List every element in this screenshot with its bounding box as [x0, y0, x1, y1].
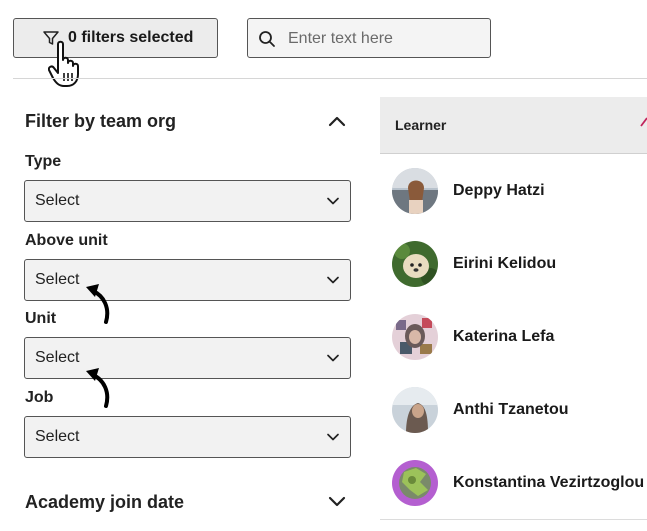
- select-type[interactable]: Select: [24, 180, 351, 222]
- select-type-value: Select: [35, 192, 80, 209]
- avatar: [392, 241, 438, 287]
- table-row[interactable]: Eirini Kelidou: [380, 227, 647, 301]
- learner-name: Konstantina Vezirtzoglou: [453, 474, 645, 491]
- chevron-down-icon: [327, 276, 339, 284]
- table-row[interactable]: Katerina Lefa: [380, 300, 647, 374]
- select-above-unit-value: Select: [35, 271, 80, 288]
- select-unit[interactable]: Select: [24, 337, 351, 379]
- curved-arrow-icon: [86, 368, 110, 408]
- avatar: [392, 387, 438, 433]
- chevron-down-icon: [327, 433, 339, 441]
- table-row[interactable]: Anthi Tzanetou: [380, 373, 647, 447]
- toolbar-divider: [13, 78, 647, 79]
- academy-join-date-title: Academy join date: [25, 492, 185, 512]
- learner-name: Deppy Hatzi: [453, 182, 545, 199]
- select-unit-value: Select: [35, 349, 80, 366]
- avatar: [392, 314, 438, 360]
- column-header-learner[interactable]: Learner: [395, 117, 446, 133]
- filters-button[interactable]: 0 filters selected: [13, 18, 218, 58]
- avatar: [392, 168, 438, 214]
- learner-name: Katerina Lefa: [453, 328, 555, 345]
- curved-arrow-icon: [86, 284, 110, 324]
- search-icon: [259, 31, 275, 47]
- learner-name: Eirini Kelidou: [453, 255, 557, 272]
- select-above-unit[interactable]: Select: [24, 259, 351, 301]
- select-job-value: Select: [35, 428, 80, 445]
- table-header: Learner: [380, 97, 647, 154]
- table-row[interactable]: Konstantina Vezirtzoglou: [380, 446, 647, 520]
- field-label-above-unit: Above unit: [25, 232, 108, 249]
- filter-team-org-title: Filter by team org: [25, 111, 177, 131]
- chevron-down-icon[interactable]: [327, 495, 347, 509]
- table-row[interactable]: Deppy Hatzi: [380, 154, 647, 228]
- hand-pointer-cursor-icon: [48, 40, 79, 87]
- select-job[interactable]: Select: [24, 416, 351, 458]
- learner-name: Anthi Tzanetou: [453, 401, 569, 418]
- chevron-down-icon: [327, 354, 339, 362]
- chevron-up-icon[interactable]: [327, 114, 347, 128]
- sort-arrow-icon[interactable]: [639, 117, 647, 127]
- field-label-job: Job: [25, 389, 54, 406]
- chevron-down-icon: [327, 197, 339, 205]
- avatar: [392, 460, 438, 506]
- field-label-type: Type: [25, 153, 62, 170]
- search-input[interactable]: [286, 25, 485, 53]
- field-label-unit: Unit: [25, 310, 57, 327]
- search-box[interactable]: [247, 18, 491, 58]
